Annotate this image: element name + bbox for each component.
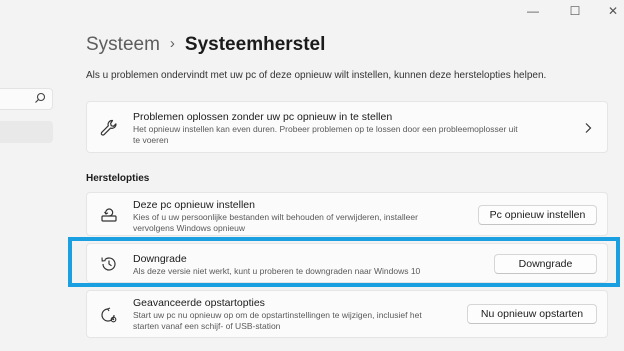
sidebar-item-selected[interactable] xyxy=(0,121,53,143)
downgrade-button[interactable]: Downgrade xyxy=(494,254,597,274)
minimize-button[interactable]: — xyxy=(518,2,548,20)
restart-now-button[interactable]: Nu opnieuw opstarten xyxy=(467,304,597,324)
section-title-herstelopties: Herstelopties xyxy=(86,173,150,184)
chevron-right-icon xyxy=(585,123,592,133)
page-title: Systeemherstel xyxy=(184,34,326,55)
reset-pc-title: Deze pc opnieuw instellen xyxy=(133,199,255,211)
advanced-startup-description: Start uw pc nu opnieuw op om de opstarti… xyxy=(133,310,422,331)
downgrade-title: Downgrade xyxy=(133,253,187,265)
downgrade-description: Als deze versie niet werkt, kunt u probe… xyxy=(133,266,421,276)
search-input[interactable] xyxy=(0,88,53,110)
window-controls: — ☐ ✕ xyxy=(0,0,624,24)
advanced-startup-icon xyxy=(101,307,117,323)
maximize-button[interactable]: ☐ xyxy=(560,2,590,20)
reset-pc-icon xyxy=(101,208,117,222)
intro-text: Als u problemen ondervindt met uw pc of … xyxy=(86,70,547,81)
search-icon xyxy=(35,92,46,103)
troubleshoot-card[interactable]: Problemen oplossen zonder uw pc opnieuw … xyxy=(86,101,608,153)
wrench-icon xyxy=(100,119,117,136)
breadcrumb: Systeem › Systeemherstel xyxy=(86,34,325,56)
advanced-startup-title: Geavanceerde opstartopties xyxy=(133,297,265,309)
reset-pc-button[interactable]: Pc opnieuw instellen xyxy=(478,205,597,225)
history-icon xyxy=(101,257,116,271)
close-button[interactable]: ✕ xyxy=(598,2,624,20)
advanced-startup-card: Geavanceerde opstartopties Start uw pc n… xyxy=(86,290,608,338)
troubleshoot-description: Het opnieuw instellen kan even duren. Pr… xyxy=(133,124,518,145)
breadcrumb-separator: › xyxy=(169,35,175,52)
troubleshoot-title: Problemen oplossen zonder uw pc opnieuw … xyxy=(133,111,393,123)
reset-pc-description: Kies of u uw persoonlijke bestanden wilt… xyxy=(133,212,418,233)
reset-pc-card: Deze pc opnieuw instellen Kies of u uw p… xyxy=(86,192,608,236)
downgrade-card: Downgrade Als deze versie niet werkt, ku… xyxy=(86,243,608,283)
breadcrumb-parent[interactable]: Systeem xyxy=(86,34,160,55)
